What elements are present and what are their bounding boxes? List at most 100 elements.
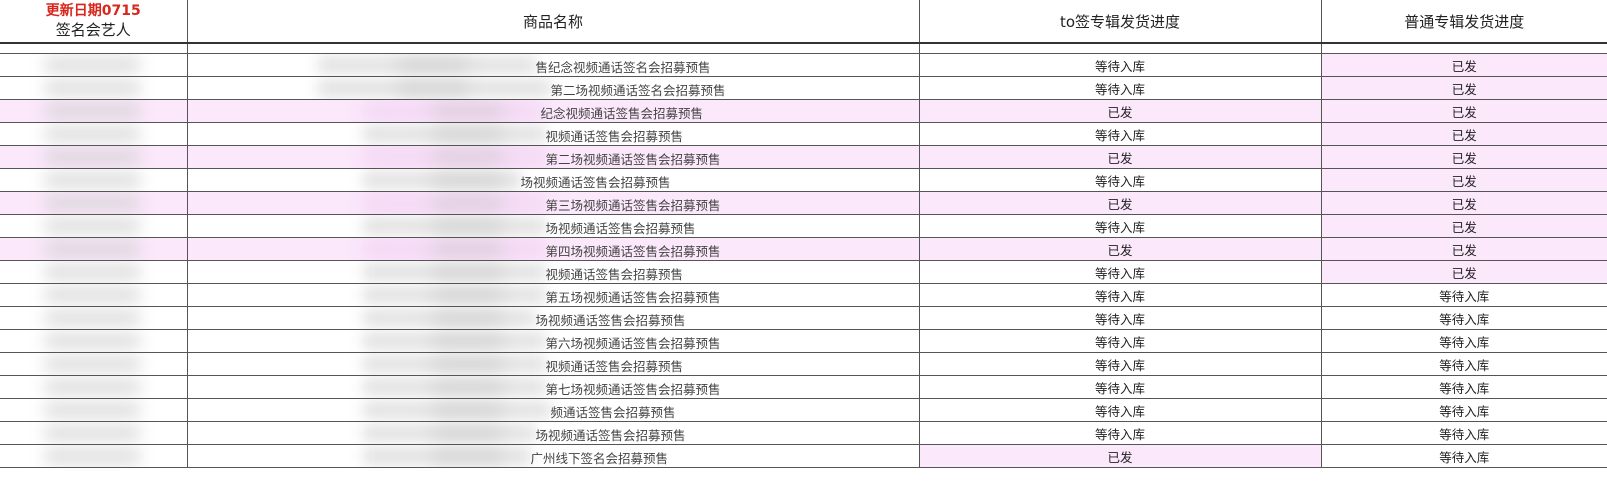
normal-cell[interactable] xyxy=(1321,43,1607,54)
normal-status[interactable]: 已发 xyxy=(1321,122,1607,146)
redacted-artist xyxy=(45,149,140,165)
artist-cell[interactable] xyxy=(0,145,188,169)
to-sign-status[interactable]: 等待入库 xyxy=(919,352,1322,376)
redacted-artist xyxy=(45,195,140,211)
product-name-text: 广州线下签名会招募预售 xyxy=(530,451,669,466)
product-cell[interactable]: 视频通话签售会招募预售 xyxy=(187,260,920,284)
product-cell[interactable]: 视频通话签售会招募预售 xyxy=(187,352,920,376)
normal-status[interactable]: 已发 xyxy=(1321,214,1607,238)
normal-status[interactable]: 已发 xyxy=(1321,260,1607,284)
normal-status[interactable]: 等待入库 xyxy=(1321,398,1607,422)
normal-status[interactable]: 已发 xyxy=(1321,191,1607,215)
to-sign-cell[interactable] xyxy=(919,43,1322,54)
to-sign-status[interactable]: 等待入库 xyxy=(919,283,1322,307)
table-row: 视频通话签售会招募预售 等待入库 等待入库 xyxy=(0,352,1607,376)
redacted-product-detail xyxy=(432,196,503,210)
artist-cell[interactable] xyxy=(0,214,188,238)
normal-status[interactable]: 已发 xyxy=(1321,145,1607,169)
to-sign-status[interactable]: 等待入库 xyxy=(919,329,1322,353)
product-cell[interactable] xyxy=(187,43,920,54)
product-name-text: 第二场视频通话签售会招募预售 xyxy=(545,152,721,167)
to-sign-status[interactable]: 等待入库 xyxy=(919,306,1322,330)
to-sign-status[interactable]: 等待入库 xyxy=(919,53,1322,77)
table-row: 频通话签售会招募预售 等待入库 等待入库 xyxy=(0,398,1607,422)
normal-status[interactable]: 已发 xyxy=(1321,237,1607,261)
product-name-text: 第七场视频通话签售会招募预售 xyxy=(545,382,721,397)
to-sign-status[interactable]: 等待入库 xyxy=(919,260,1322,284)
table-row: 场视频通话签售会招募预售 等待入库 等待入库 xyxy=(0,306,1607,330)
normal-status[interactable]: 已发 xyxy=(1321,53,1607,77)
to-sign-status[interactable]: 等待入库 xyxy=(919,168,1322,192)
normal-status[interactable]: 等待入库 xyxy=(1321,329,1607,353)
artist-cell[interactable] xyxy=(0,76,188,100)
to-sign-status[interactable]: 等待入库 xyxy=(919,122,1322,146)
product-cell[interactable]: 第三场视频通话签售会招募预售 xyxy=(187,191,920,215)
product-cell[interactable]: 第六场视频通话签售会招募预售 xyxy=(187,329,920,353)
to-sign-status[interactable]: 已发 xyxy=(919,145,1322,169)
product-cell[interactable]: 第七场视频通话签售会招募预售 xyxy=(187,375,920,399)
normal-status[interactable]: 等待入库 xyxy=(1321,352,1607,376)
product-cell[interactable]: 第二场视频通话签售会招募预售 xyxy=(187,145,920,169)
product-name-text: 频通话签售会招募预售 xyxy=(550,405,676,420)
artist-cell[interactable] xyxy=(0,444,188,468)
normal-status[interactable]: 已发 xyxy=(1321,99,1607,123)
product-column-header[interactable]: 商品名称 xyxy=(187,0,920,44)
to-sign-status[interactable]: 已发 xyxy=(919,191,1322,215)
table-row: 广州线下签名会招募预售 已发 等待入库 xyxy=(0,444,1607,468)
normal-status[interactable]: 已发 xyxy=(1321,168,1607,192)
to-sign-status[interactable]: 等待入库 xyxy=(919,375,1322,399)
redacted-product-detail xyxy=(432,219,503,233)
artist-cell[interactable] xyxy=(0,260,188,284)
to-sign-column-header[interactable]: to签专辑发货进度 xyxy=(919,0,1322,44)
normal-column-header[interactable]: 普通专辑发货进度 xyxy=(1321,0,1607,44)
artist-cell[interactable] xyxy=(0,329,188,353)
product-cell[interactable]: 广州线下签名会招募预售 xyxy=(187,444,920,468)
table-row: 第四场视频通话签售会招募预售 已发 已发 xyxy=(0,237,1607,261)
artist-cell[interactable] xyxy=(0,43,188,54)
to-sign-status[interactable]: 已发 xyxy=(919,444,1322,468)
to-sign-status[interactable]: 等待入库 xyxy=(919,421,1322,445)
product-name-text: 第四场视频通话签售会招募预售 xyxy=(545,244,721,259)
artist-cell[interactable] xyxy=(0,421,188,445)
product-name-text: 场视频通话签售会招募预售 xyxy=(535,428,686,443)
artist-cell[interactable] xyxy=(0,398,188,422)
normal-status[interactable]: 等待入库 xyxy=(1321,375,1607,399)
header-artist-cell[interactable]: 更新日期0715 签名会艺人 xyxy=(0,0,188,44)
product-name-text: 视频通话签售会招募预售 xyxy=(545,359,684,374)
normal-status[interactable]: 等待入库 xyxy=(1321,444,1607,468)
product-cell[interactable]: 纪念视频通话签售会招募预售 xyxy=(187,99,920,123)
normal-status[interactable]: 等待入库 xyxy=(1321,283,1607,307)
artist-cell[interactable] xyxy=(0,306,188,330)
product-cell[interactable]: 场视频通话签售会招募预售 xyxy=(187,214,920,238)
normal-status[interactable]: 等待入库 xyxy=(1321,421,1607,445)
to-sign-status[interactable]: 等待入库 xyxy=(919,76,1322,100)
artist-cell[interactable] xyxy=(0,352,188,376)
normal-status[interactable]: 已发 xyxy=(1321,76,1607,100)
to-sign-status[interactable]: 已发 xyxy=(919,237,1322,261)
product-cell[interactable]: 第二场视频通话签名会招募预售 xyxy=(187,76,920,100)
product-cell[interactable]: 场视频通话签售会招募预售 xyxy=(187,421,920,445)
artist-cell[interactable] xyxy=(0,237,188,261)
product-cell[interactable]: 视频通话签售会招募预售 xyxy=(187,122,920,146)
product-name-text: 视频通话签售会招募预售 xyxy=(545,129,684,144)
table-row: 第三场视频通话签售会招募预售 已发 已发 xyxy=(0,191,1607,215)
product-cell[interactable]: 售纪念视频通话签名会招募预售 xyxy=(187,53,920,77)
artist-cell[interactable] xyxy=(0,283,188,307)
artist-cell[interactable] xyxy=(0,375,188,399)
artist-cell[interactable] xyxy=(0,122,188,146)
product-cell[interactable]: 第四场视频通话签售会招募预售 xyxy=(187,237,920,261)
product-name-text: 第五场视频通话签售会招募预售 xyxy=(545,290,721,305)
product-cell[interactable]: 场视频通话签售会招募预售 xyxy=(187,168,920,192)
to-sign-status[interactable]: 已发 xyxy=(919,99,1322,123)
artist-cell[interactable] xyxy=(0,53,188,77)
product-cell[interactable]: 场视频通话签售会招募预售 xyxy=(187,306,920,330)
to-sign-status[interactable]: 等待入库 xyxy=(919,398,1322,422)
artist-cell[interactable] xyxy=(0,168,188,192)
normal-status[interactable]: 等待入库 xyxy=(1321,306,1607,330)
product-cell[interactable]: 第五场视频通话签售会招募预售 xyxy=(187,283,920,307)
to-sign-status[interactable]: 等待入库 xyxy=(919,214,1322,238)
artist-cell[interactable] xyxy=(0,191,188,215)
product-cell[interactable]: 频通话签售会招募预售 xyxy=(187,398,920,422)
product-name-text: 纪念视频通话签售会招募预售 xyxy=(540,106,704,121)
artist-cell[interactable] xyxy=(0,99,188,123)
